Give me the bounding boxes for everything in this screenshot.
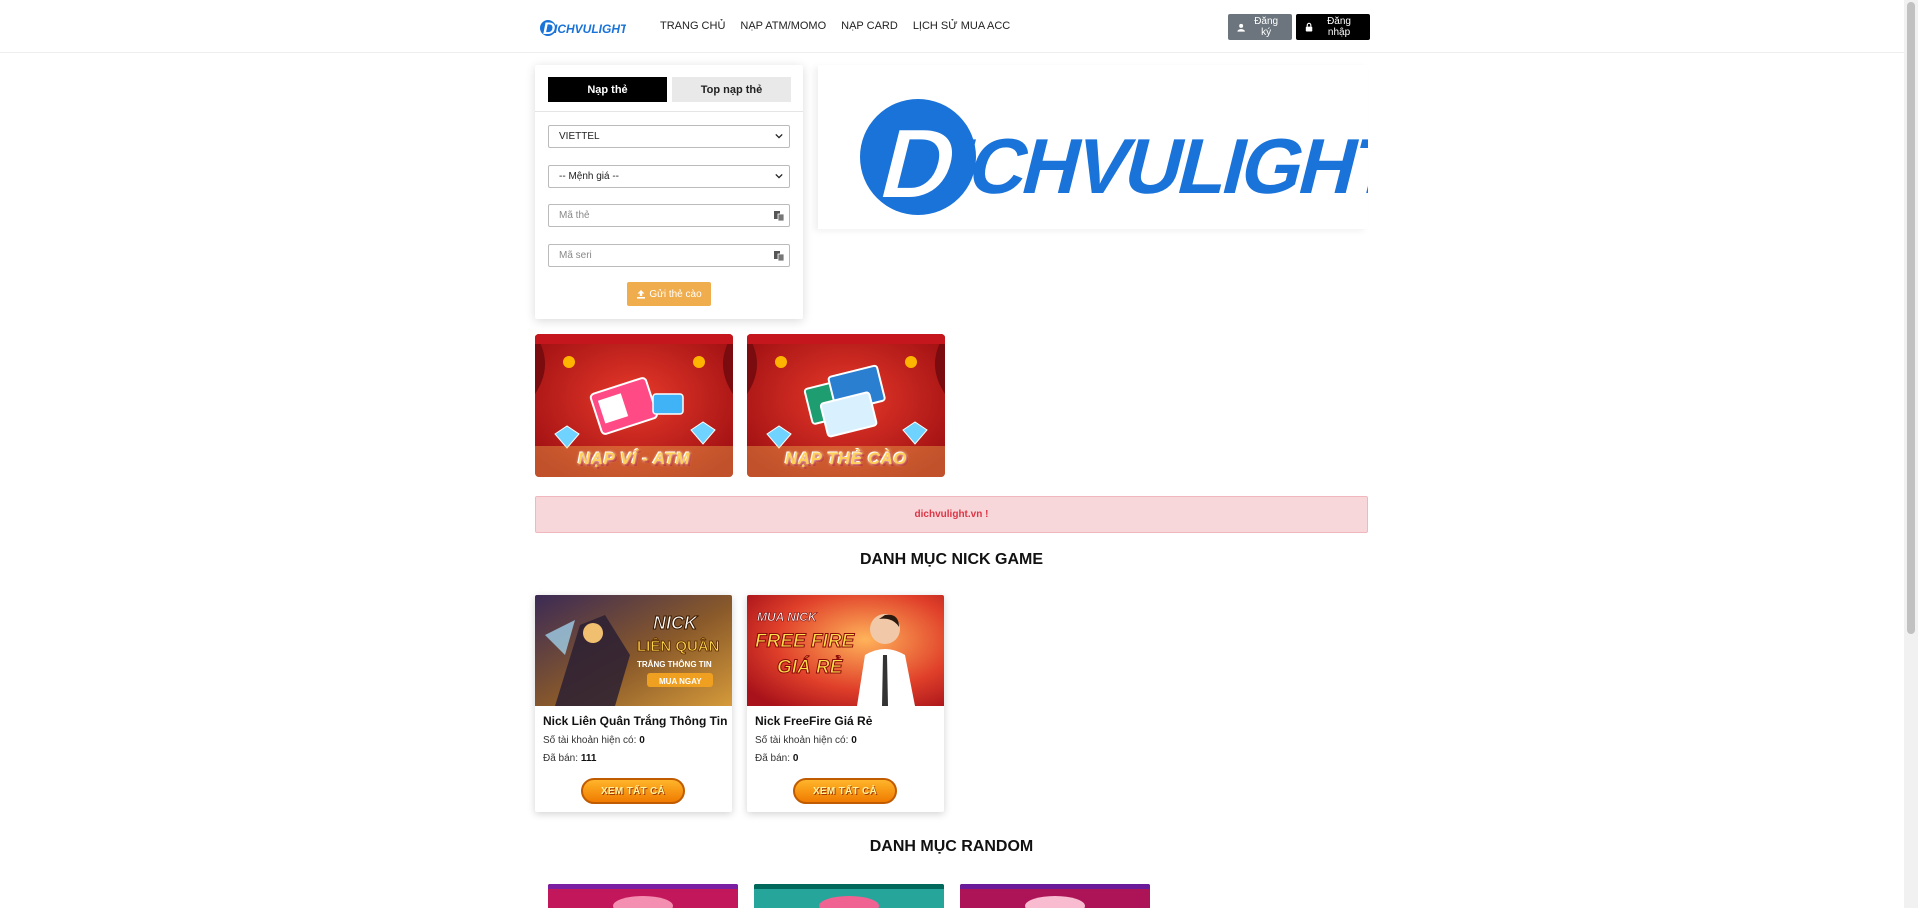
login-label: Đăng nhập [1327, 16, 1351, 38]
random-thumb-image [960, 884, 1150, 908]
view-all-button[interactable]: XEM TẤT CẢ [793, 778, 897, 804]
hero-logo-banner: D ICHVULIGHT.VN [818, 65, 1368, 229]
accounts-label: Số tài khoản hiện có: [543, 735, 637, 746]
game-card-free-fire[interactable]: MUA NICK FREE FIRE GIÁ RẺ Nick FreeFire … [747, 595, 944, 812]
main-nav: TRANG CHỦ NẠP ATM/MOMO NẠP CARD LỊCH SỬ … [660, 20, 1010, 32]
register-button[interactable]: Đăng ký [1228, 14, 1292, 40]
thumb-text: TRẮNG THÔNG TIN [637, 660, 712, 669]
auth-buttons: Đăng ký Đăng nhập [1228, 14, 1370, 40]
submit-card-button[interactable]: Gửi thẻ cào [627, 282, 711, 306]
game-thumb-image: NICK LIÊN QUÂN TRẮNG THÔNG TIN MUA NGAY [535, 595, 732, 706]
paste-icon[interactable] [773, 210, 785, 222]
random-thumb-image [754, 884, 944, 908]
promo-atm-caption: NẠP VÍ - ATM [577, 449, 691, 468]
accounts-label: Số tài khoản hiện có: [755, 735, 849, 746]
game-thumb-free-fire[interactable]: MUA NICK FREE FIRE GIÁ RẺ [747, 595, 944, 706]
game-thumb-image: MUA NICK FREE FIRE GIÁ RẺ [747, 595, 944, 706]
submit-card-label: Gửi thẻ cào [649, 288, 702, 300]
brand-logo[interactable]: D ICHVULIGHT.VN [540, 16, 647, 40]
scrollbar-thumb[interactable] [1907, 2, 1915, 634]
card-code-input[interactable]: Mã thẻ [548, 204, 790, 227]
brand-logo-mark: D ICHVULIGHT.VN [540, 19, 647, 38]
section-title-nick-game: DANH MỤC NICK GAME [859, 551, 1044, 568]
chevron-down-icon [775, 133, 783, 139]
telco-select-value: VIETTEL [559, 131, 600, 142]
random-card-1[interactable] [548, 884, 738, 908]
notice-banner: dichvulight.vn ! [535, 496, 1368, 533]
thumb-text: MUA NICK [757, 610, 818, 624]
tab-recharge[interactable]: Nạp thẻ [548, 77, 667, 102]
thumb-text: GIÁ RẺ [777, 656, 844, 678]
chevron-down-icon [775, 173, 783, 179]
thumb-text: FREE FIRE [755, 631, 856, 652]
random-thumb-image [548, 884, 738, 908]
sold-label: Đã bán: [755, 753, 791, 764]
promo-atm-wallet[interactable]: NẠP VÍ - ATM [535, 334, 733, 477]
card-recharge-panel: Nạp thẻ Top nạp thẻ VIETTEL -- Mệnh giá … [535, 65, 803, 319]
register-label: Đăng ký [1254, 16, 1279, 38]
page: D ICHVULIGHT.VN TRANG CHỦ NẠP ATM/MOMO N… [0, 0, 1918, 908]
game-title[interactable]: Nick FreeFire Giá Rẻ [755, 714, 872, 728]
nav-purchase-history[interactable]: LỊCH SỬ MUA ACC [913, 20, 1010, 32]
nav-atm-momo[interactable]: NẠP ATM/MOMO [740, 20, 826, 32]
promo-scratch-card[interactable]: NẠP THẺ CÀO [747, 334, 945, 477]
promo-card-caption: NẠP THẺ CÀO [785, 449, 907, 468]
amount-select[interactable]: -- Mệnh giá -- [548, 165, 790, 188]
hero-logo-image: D ICHVULIGHT.VN [860, 99, 1368, 221]
random-card-3[interactable] [960, 884, 1150, 908]
game-card-lien-quan[interactable]: NICK LIÊN QUÂN TRẮNG THÔNG TIN MUA NGAY … [535, 595, 732, 812]
card-code-placeholder: Mã thẻ [559, 210, 590, 221]
sold-value: 0 [792, 753, 799, 764]
accounts-value: 0 [851, 735, 857, 746]
nav-card[interactable]: NẠP CARD [841, 20, 898, 32]
game-accounts-stat: Số tài khoản hiện có: 0 [755, 735, 857, 746]
lock-icon [1305, 22, 1313, 32]
accounts-value: 0 [639, 735, 645, 746]
game-accounts-stat: Số tài khoản hiện có: 0 [543, 735, 645, 746]
paste-icon[interactable] [773, 250, 785, 262]
tab-top-recharge[interactable]: Top nạp thẻ [672, 77, 791, 102]
thumb-text: NICK [653, 613, 699, 633]
nav-home[interactable]: TRANG CHỦ [660, 20, 725, 32]
thumb-text: LIÊN QUÂN [637, 637, 720, 655]
game-title[interactable]: Nick Liên Quân Trắng Thông Tin [543, 714, 727, 728]
serial-placeholder: Mã seri [559, 250, 592, 261]
view-all-label: XEM TẤT CẢ [600, 785, 666, 797]
divider [535, 111, 803, 112]
game-thumb-lien-quan[interactable]: NICK LIÊN QUÂN TRẮNG THÔNG TIN MUA NGAY [535, 595, 732, 706]
telco-select[interactable]: VIETTEL [548, 125, 790, 148]
top-navbar: D ICHVULIGHT.VN TRANG CHỦ NẠP ATM/MOMO N… [0, 0, 1904, 53]
amount-select-value: -- Mệnh giá -- [559, 171, 620, 182]
card-tabs: Nạp thẻ Top nạp thẻ [548, 77, 791, 102]
sold-label: Đã bán: [543, 753, 579, 764]
game-sold-stat: Đã bán: 0 [755, 753, 798, 764]
brand-logo-text: ICHVULIGHT.VN [554, 22, 626, 36]
thumb-text: MUA NGAY [659, 677, 702, 686]
page-scrollbar[interactable] [1904, 0, 1918, 908]
section-title-random: DANH MỤC RANDOM [869, 838, 1034, 855]
game-sold-stat: Đã bán: 111 [543, 753, 596, 764]
serial-input[interactable]: Mã seri [548, 244, 790, 267]
user-icon [1237, 23, 1245, 32]
view-all-button[interactable]: XEM TẤT CẢ [581, 778, 685, 804]
sold-value: 111 [580, 753, 597, 764]
view-all-label: XEM TẤT CẢ [812, 785, 878, 797]
notice-text: dichvulight.vn ! [914, 509, 989, 520]
svg-text:ICHVULIGHT.VN: ICHVULIGHT.VN [942, 122, 1368, 210]
upload-icon [637, 290, 646, 299]
random-card-2[interactable] [754, 884, 944, 908]
login-button[interactable]: Đăng nhập [1296, 14, 1370, 40]
